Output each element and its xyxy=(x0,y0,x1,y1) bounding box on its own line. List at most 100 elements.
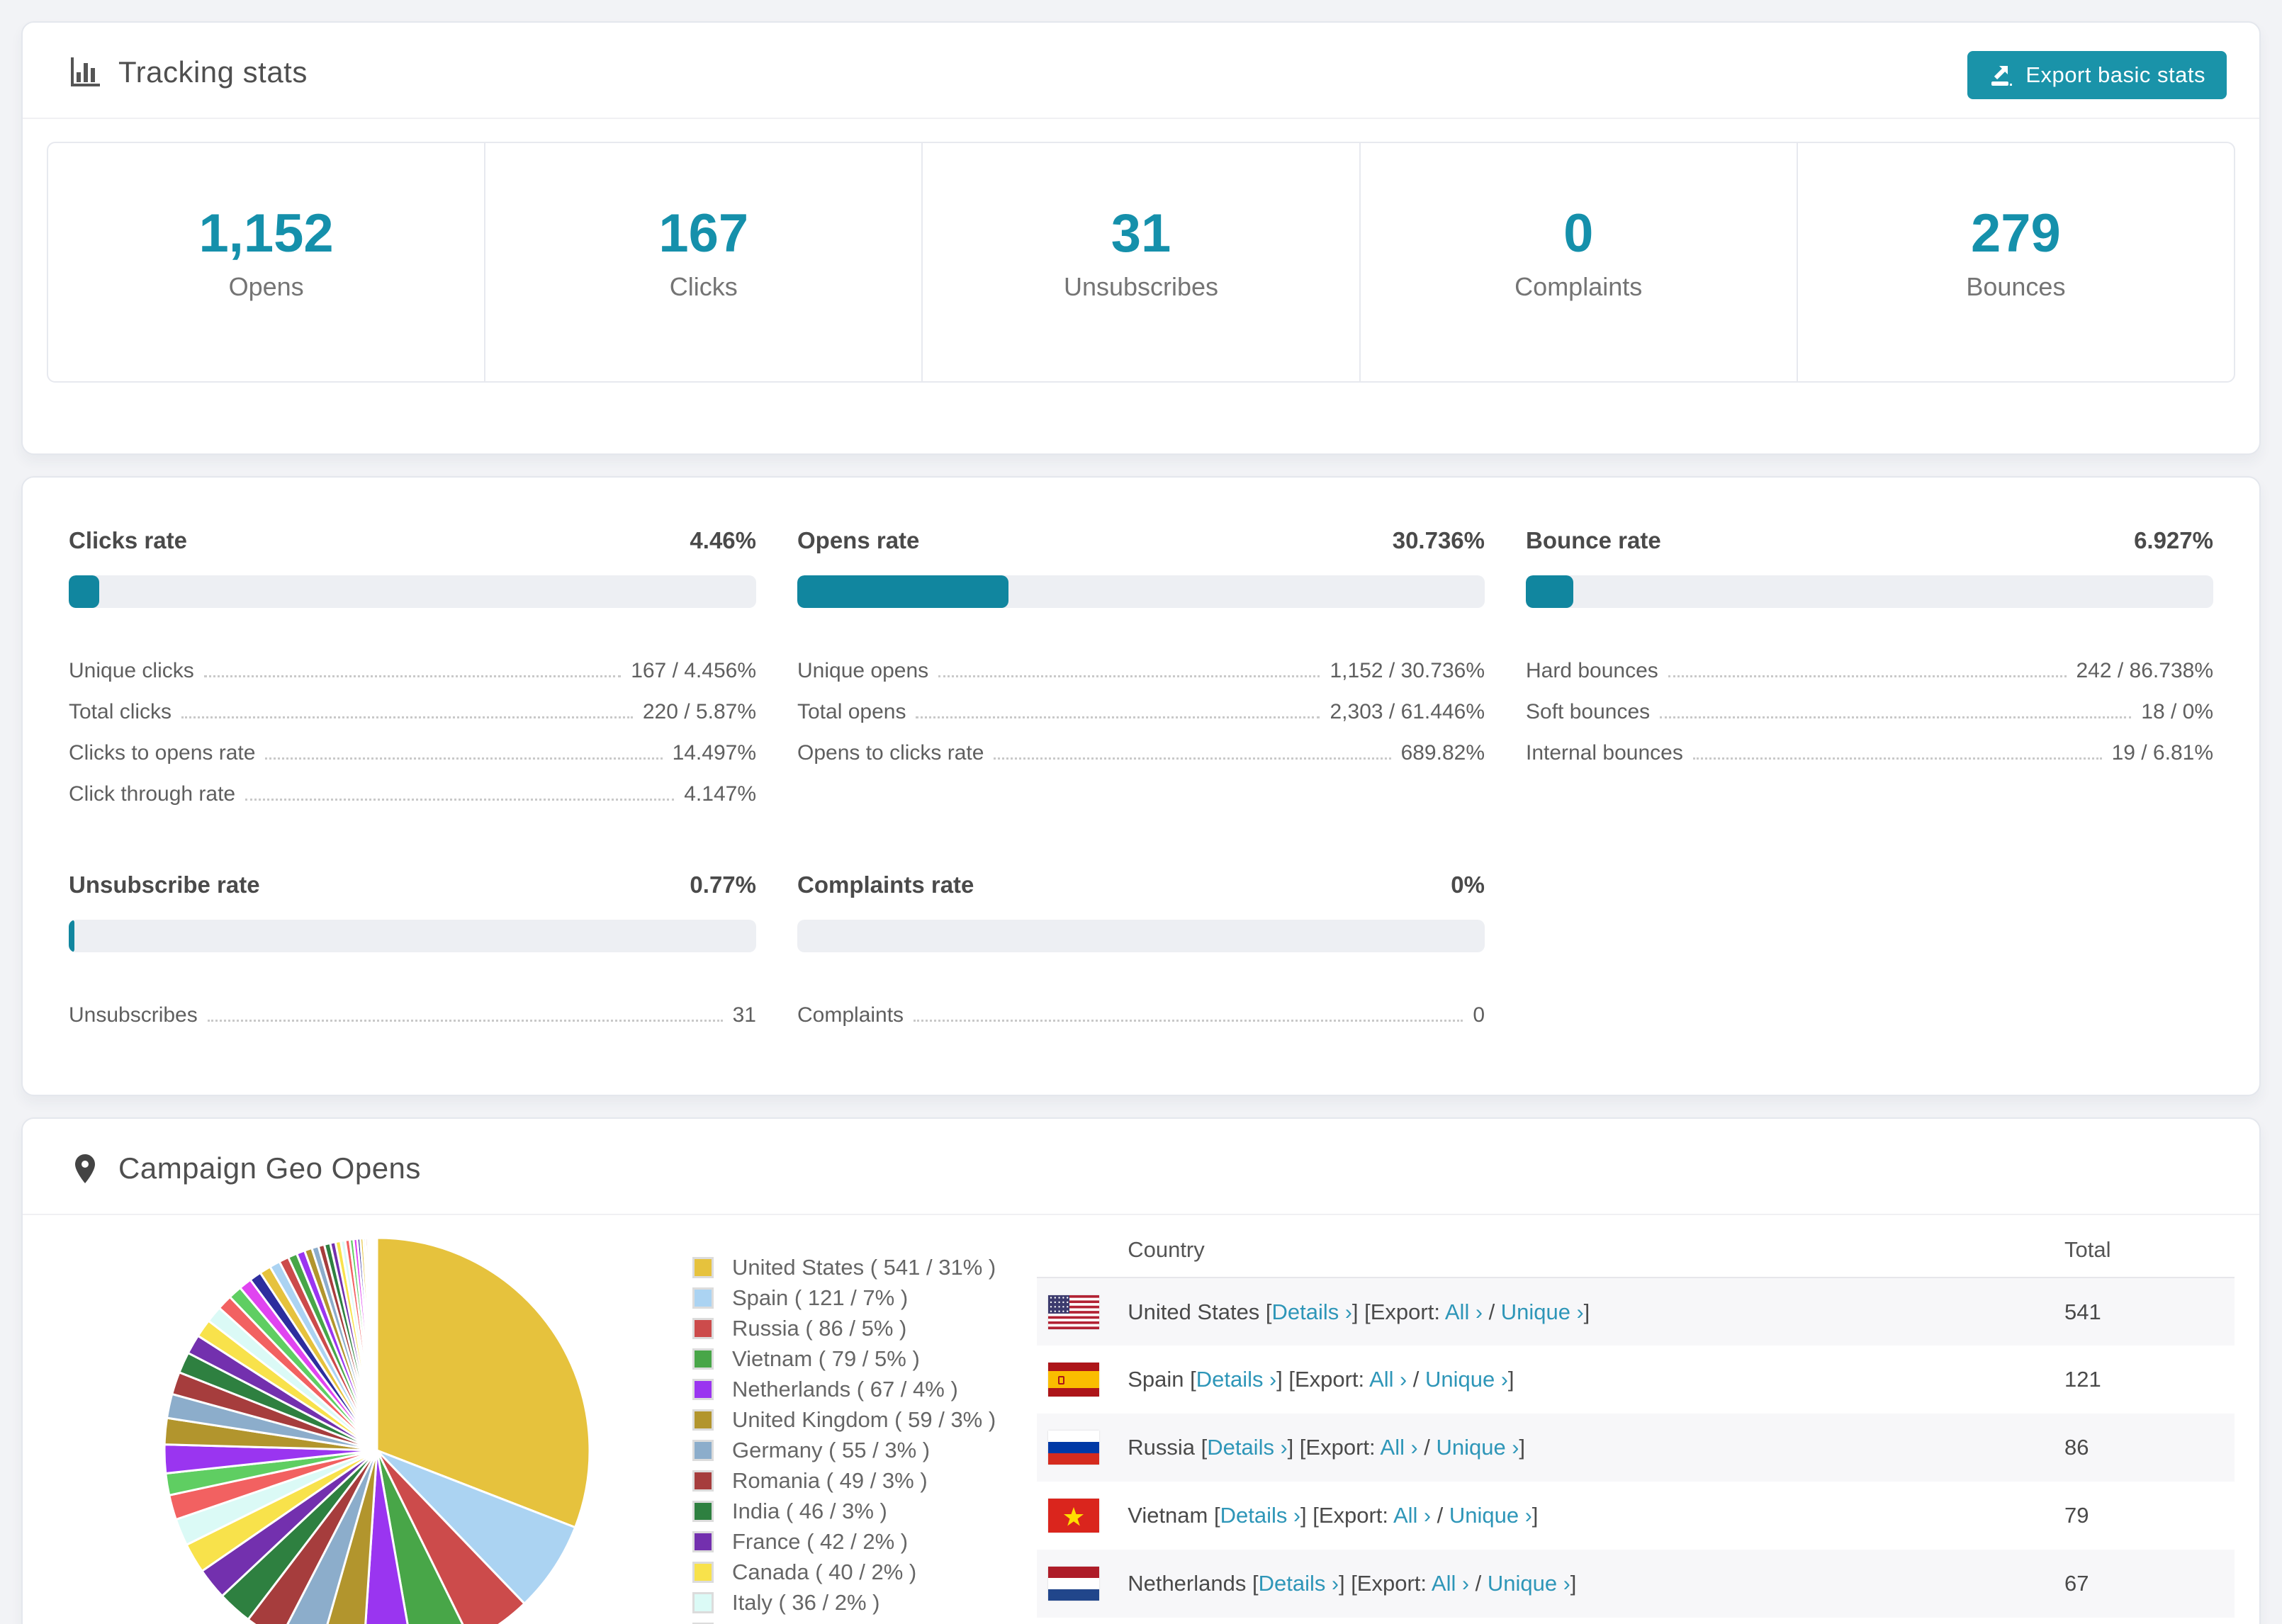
opens-rate-row-0: Unique opens 1,152 / 30.736% xyxy=(797,642,1485,683)
complaints-rate-row-0: Complaints 0 xyxy=(797,986,1485,1027)
metric-label: Internal bounces xyxy=(1526,741,1683,765)
stat-value: 0 xyxy=(1563,203,1594,264)
unsubscribe-rate-block: Unsubscribe rate 0.77% Unsubscribes 31 xyxy=(69,872,756,1027)
geo-table-row-vietnam: Vietnam [Details ›] [Export: All › / Uni… xyxy=(1037,1482,2235,1550)
map-pin-icon xyxy=(69,1152,101,1185)
legend-item-brazil: Brazil ( 33 / 2% ) xyxy=(692,1618,996,1624)
export-all-link-nl[interactable]: All › xyxy=(1432,1571,1469,1596)
export-unique-link-nl[interactable]: Unique › xyxy=(1488,1571,1570,1596)
stat-value: 279 xyxy=(1971,203,2061,264)
country-name: United States xyxy=(1128,1299,1260,1324)
legend-label: United States ( 541 / 31% ) xyxy=(732,1254,996,1280)
opens-rate-progress-bar xyxy=(797,575,1485,608)
details-link-vn[interactable]: Details › xyxy=(1220,1503,1300,1528)
stat-cell-unsubscribes: 31 Unsubscribes xyxy=(921,143,1359,381)
complaints-rate-block: Complaints rate 0% Complaints 0 xyxy=(797,872,1485,1027)
opens-rate-row-2: Opens to clicks rate 689.82% xyxy=(797,724,1485,765)
country-total: 121 xyxy=(2064,1367,2101,1392)
metric-label: Unique clicks xyxy=(69,659,194,682)
unsubscribe-rate-value: 0.77% xyxy=(690,872,756,898)
bounce-rate-progress-fill xyxy=(1526,575,1574,608)
card-title-tracking-stats: Tracking stats xyxy=(118,55,308,89)
legend-swatch xyxy=(692,1256,714,1278)
geo-table-row-spain: Spain [Details ›] [Export: All › / Uniqu… xyxy=(1037,1346,2235,1414)
stat-cell-clicks: 167 Clicks xyxy=(484,143,921,381)
dotted-leader xyxy=(203,675,622,677)
campaign-geo-opens-card: Campaign Geo Opens United States ( 541 /… xyxy=(21,1117,2261,1624)
bounce-rate-progress-bar xyxy=(1526,575,2213,608)
tracking-stats-card: Tracking stats Export basic stats 1,152 O… xyxy=(21,21,2261,455)
geo-legend: United States ( 541 / 31% ) Spain ( 121 /… xyxy=(692,1252,996,1624)
metric-value: 18 / 0% xyxy=(2141,700,2213,723)
dotted-leader xyxy=(207,1020,723,1022)
clicks-rate-row-2: Clicks to opens rate 14.497% xyxy=(69,724,756,765)
legend-swatch xyxy=(692,1591,714,1613)
country-total: 59 xyxy=(2064,1618,2235,1624)
export-unique-link-es[interactable]: Unique › xyxy=(1425,1367,1508,1392)
bounce-rate-row-2: Internal bounces 19 / 6.81% xyxy=(1526,724,2213,765)
metric-value: 2,303 / 61.446% xyxy=(1330,700,1485,723)
metric-value: 220 / 5.87% xyxy=(642,700,756,723)
metric-label: Total opens xyxy=(797,700,906,723)
export-all-link-ru[interactable]: All › xyxy=(1381,1435,1418,1460)
country-links: United States [Details ›] [Export: All ›… xyxy=(1128,1299,1590,1324)
details-link-us[interactable]: Details › xyxy=(1272,1299,1352,1324)
export-all-link-es[interactable]: All › xyxy=(1369,1367,1407,1392)
opens-rate-title: Opens rate xyxy=(797,527,920,553)
unsubscribe-rate-progress-bar xyxy=(69,920,756,952)
details-link-es[interactable]: Details › xyxy=(1196,1367,1276,1392)
legend-swatch xyxy=(692,1348,714,1370)
tracking-stats-header: Tracking stats Export basic stats xyxy=(23,23,2259,119)
legend-swatch xyxy=(692,1317,714,1339)
vn-flag-icon xyxy=(1048,1499,1100,1533)
clicks-rate-row-0: Unique clicks 167 / 4.456% xyxy=(69,642,756,683)
export-unique-link-ru[interactable]: Unique › xyxy=(1436,1435,1519,1460)
dotted-leader xyxy=(1668,675,2067,677)
bar-chart-icon xyxy=(69,56,101,89)
country-total: 79 xyxy=(2064,1503,2089,1528)
es-flag-icon xyxy=(1048,1363,1100,1397)
bounce-rate-title: Bounce rate xyxy=(1526,527,1661,553)
legend-swatch xyxy=(692,1378,714,1400)
export-unique-link-us[interactable]: Unique › xyxy=(1501,1299,1584,1324)
opens-rate-block: Opens rate 30.736% Unique opens 1,152 / 30.… xyxy=(797,527,1485,806)
stat-label: Clicks xyxy=(669,272,738,301)
legend-swatch xyxy=(692,1470,714,1492)
stat-label: Opens xyxy=(228,272,304,301)
metric-label: Hard bounces xyxy=(1526,659,1658,682)
legend-label: India ( 46 / 3% ) xyxy=(732,1498,887,1523)
legend-item-italy: Italy ( 36 / 2% ) xyxy=(692,1587,996,1618)
metric-value: 19 / 6.81% xyxy=(2111,741,2213,765)
legend-item-india: India ( 46 / 3% ) xyxy=(692,1496,996,1526)
rates-card: Clicks rate 4.46% Unique clicks 167 / 4.456… xyxy=(21,476,2261,1096)
country-total: 541 xyxy=(2064,1278,2235,1346)
export-all-link-vn[interactable]: All › xyxy=(1393,1503,1431,1528)
metric-label: Soft bounces xyxy=(1526,700,1651,723)
metric-value: 0 xyxy=(1473,1003,1485,1027)
us-flag-icon xyxy=(1048,1295,1100,1329)
dotted-leader xyxy=(1692,757,2102,760)
ru-flag-icon xyxy=(1048,1431,1100,1465)
metric-value: 31 xyxy=(732,1003,756,1027)
country-name: Spain xyxy=(1128,1367,1184,1392)
details-link-nl[interactable]: Details › xyxy=(1259,1571,1339,1596)
metric-label: Click through rate xyxy=(69,782,236,806)
export-basic-stats-button[interactable]: Export basic stats xyxy=(1967,51,2227,99)
stat-value: 167 xyxy=(658,203,749,264)
legend-label: Italy ( 36 / 2% ) xyxy=(732,1589,880,1615)
export-unique-link-vn[interactable]: Unique › xyxy=(1449,1503,1532,1528)
details-link-ru[interactable]: Details › xyxy=(1207,1435,1287,1460)
country-total: 86 xyxy=(2064,1414,2235,1482)
legend-swatch xyxy=(692,1561,714,1583)
legend-swatch xyxy=(692,1287,714,1309)
bounce-rate-value: 6.927% xyxy=(2134,527,2213,553)
dotted-leader xyxy=(265,757,663,760)
legend-label: Romania ( 49 / 3% ) xyxy=(732,1467,928,1493)
unsubscribe-rate-title: Unsubscribe rate xyxy=(69,872,260,898)
legend-swatch xyxy=(692,1439,714,1461)
metric-value: 242 / 86.738% xyxy=(2076,659,2214,682)
country-name: Netherlands xyxy=(1128,1571,1247,1596)
legend-item-spain: Spain ( 121 / 7% ) xyxy=(692,1282,996,1313)
export-all-link-us[interactable]: All › xyxy=(1445,1299,1483,1324)
legend-item-netherlands: Netherlands ( 67 / 4% ) xyxy=(692,1374,996,1404)
